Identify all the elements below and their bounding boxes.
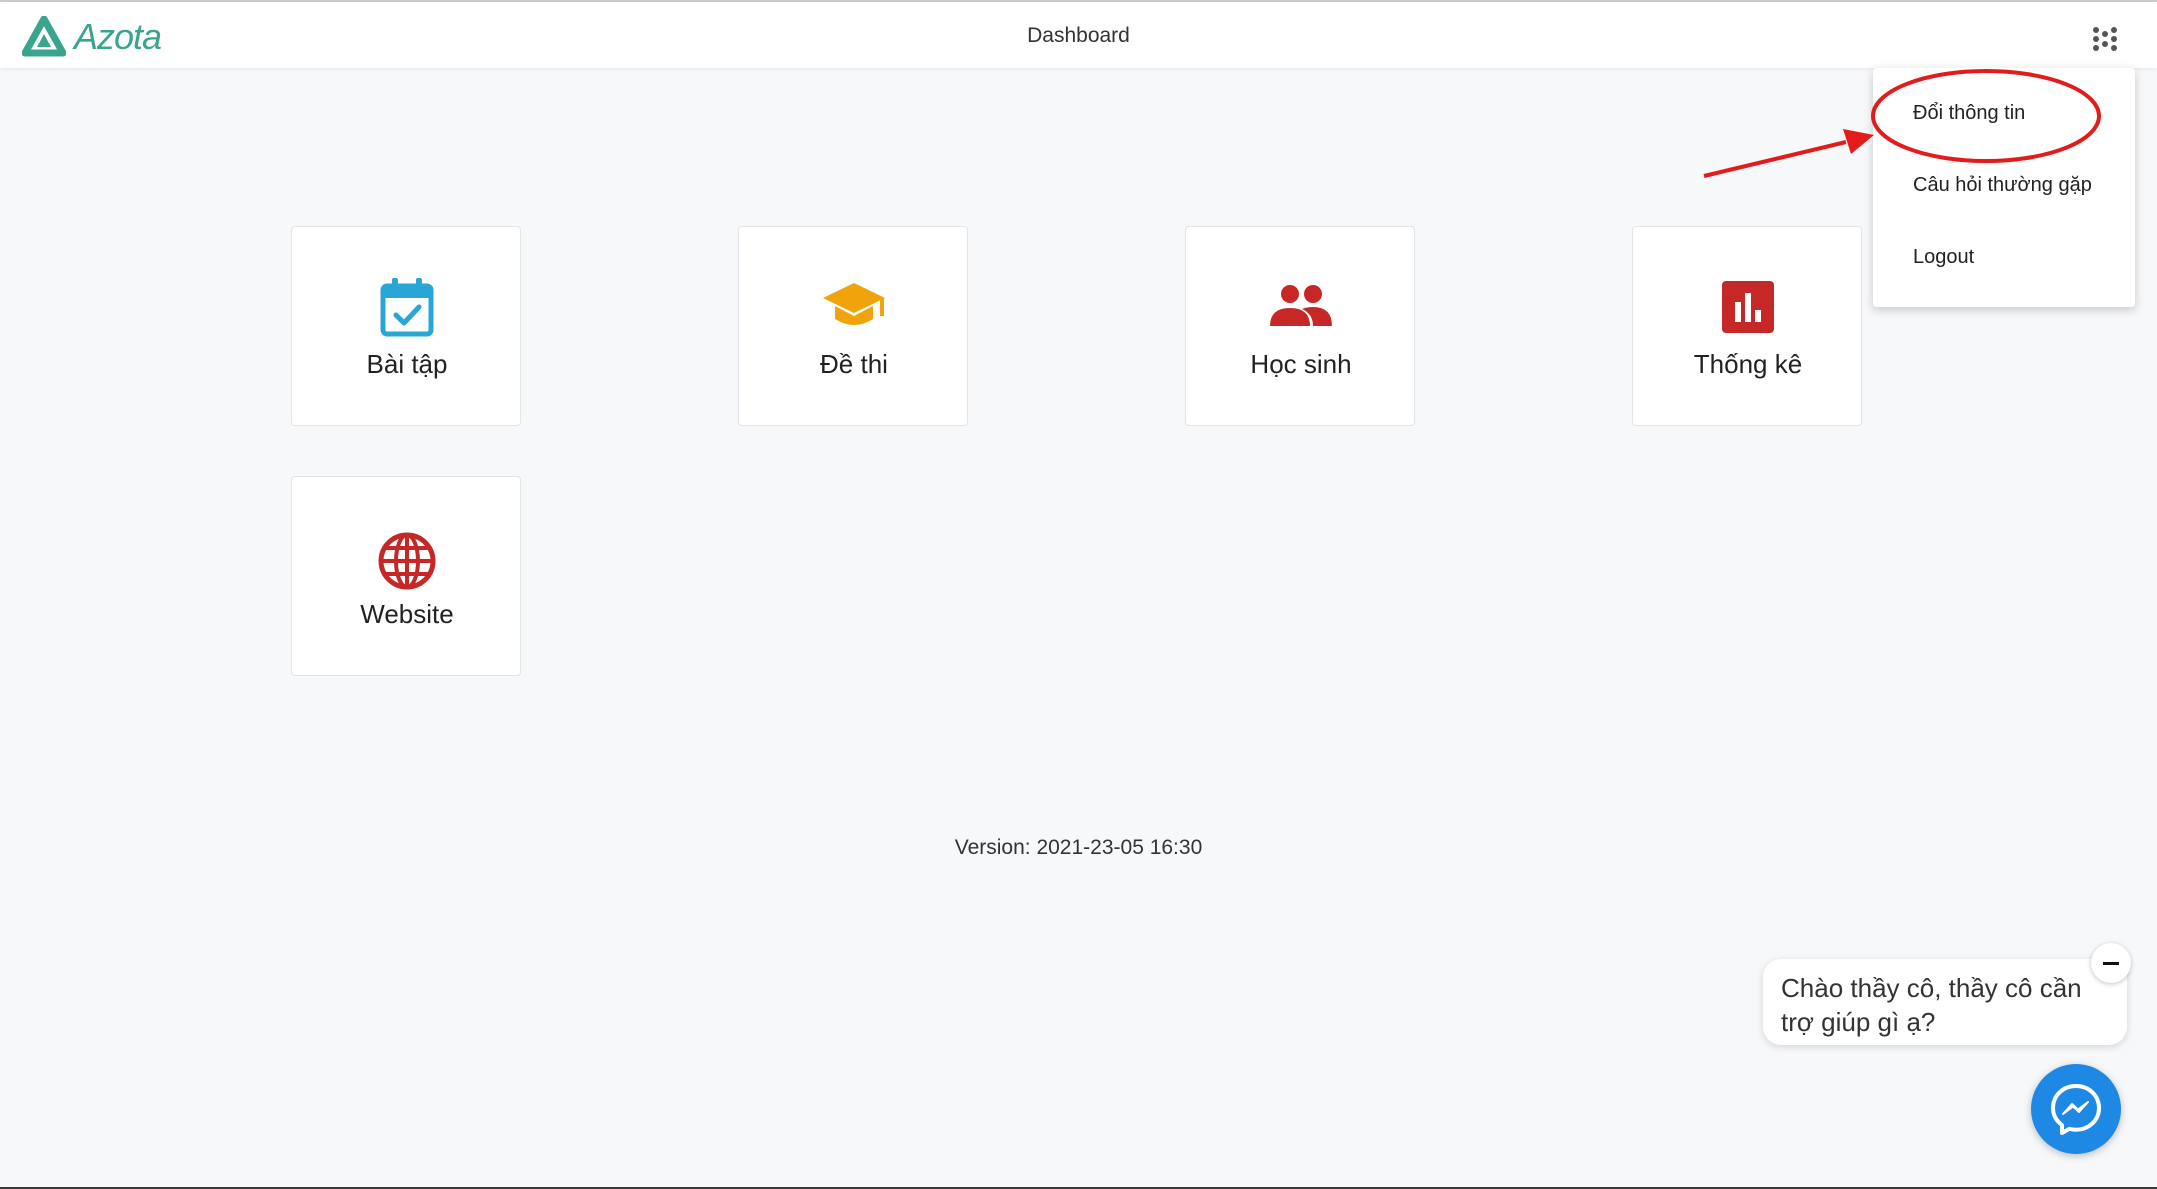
bar-chart-icon xyxy=(1722,281,1774,333)
card-thong-ke[interactable]: Thống kê xyxy=(1632,226,1862,426)
card-label: Đề thi xyxy=(820,349,888,379)
messenger-icon xyxy=(2051,1084,2101,1135)
menu-item-logout[interactable]: Logout xyxy=(1913,246,1974,269)
card-label: Bài tập xyxy=(366,349,448,379)
messenger-launcher-button[interactable] xyxy=(2031,1064,2121,1154)
chat-greeting-bubble[interactable]: Chào thầy cô, thầy cô cần trợ giúp gì ạ? xyxy=(1763,959,2127,1045)
annotation-arrow xyxy=(1703,140,1847,178)
user-dropdown-menu: Đổi thông tin Câu hỏi thường gặp Logout xyxy=(1873,68,2135,307)
apps-menu-button[interactable] xyxy=(2090,24,2120,54)
top-navbar: Azota Dashboard xyxy=(0,2,2157,68)
card-label: Website xyxy=(360,599,454,629)
card-bai-tap[interactable]: Bài tập xyxy=(291,226,521,426)
users-icon xyxy=(1270,285,1332,326)
annotation-arrow-head xyxy=(1843,129,1874,154)
card-website[interactable]: Website xyxy=(291,476,521,676)
card-label: Học sinh xyxy=(1250,349,1352,379)
card-hoc-sinh[interactable]: Học sinh xyxy=(1185,226,1415,426)
calendar-check-icon xyxy=(380,278,434,337)
menu-item-doi-thong-tin[interactable]: Đổi thông tin xyxy=(1913,102,2025,125)
version-text: Version: 2021-23-05 16:30 xyxy=(954,836,1203,859)
chat-close-button[interactable] xyxy=(2091,943,2131,983)
globe-icon xyxy=(378,532,436,590)
apps-grid-icon xyxy=(2093,27,2117,51)
graduation-cap-icon xyxy=(823,283,885,325)
card-label: Thống kê xyxy=(1693,349,1803,379)
dashboard-screen: Azota Dashboard Bài tập Đề thi Học sinh … xyxy=(0,0,2157,1189)
page-title: Dashboard xyxy=(1027,24,1130,47)
menu-item-cau-hoi[interactable]: Câu hỏi thường gặp xyxy=(1913,174,2092,197)
card-de-thi[interactable]: Đề thi xyxy=(738,226,968,426)
